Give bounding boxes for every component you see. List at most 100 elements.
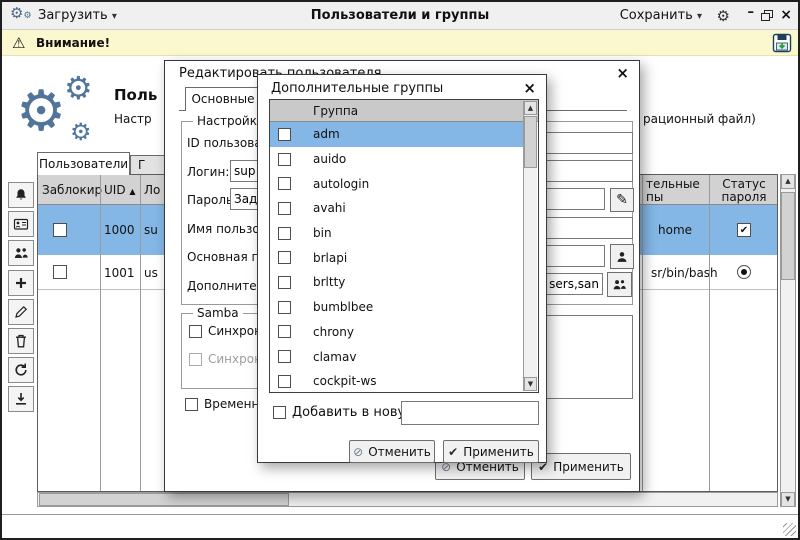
scroll-down-icon: ▼: [785, 495, 790, 503]
group-checkbox[interactable]: [278, 350, 291, 363]
column-header-groups-line1[interactable]: тельные: [646, 177, 700, 191]
trash-icon: [13, 333, 29, 349]
group-column-header: Группа: [313, 104, 358, 118]
group-checkbox[interactable]: [278, 276, 291, 289]
page-subtitle-left: Настр: [114, 112, 152, 126]
scrollbar-thumb[interactable]: [781, 192, 795, 280]
group-row[interactable]: adm: [270, 122, 523, 147]
column-header-status-line2[interactable]: пароля: [710, 190, 778, 204]
scrollbar-thumb[interactable]: [39, 493, 289, 506]
group-checkbox[interactable]: [278, 227, 291, 240]
column-header-login[interactable]: Ло: [144, 183, 160, 197]
group-row[interactable]: clamav: [270, 344, 523, 369]
group-checkbox[interactable]: [278, 177, 291, 190]
group-checkbox[interactable]: [278, 325, 291, 338]
status-bar: [2, 514, 798, 538]
blocked-checkbox[interactable]: [53, 223, 67, 237]
list-vertical-scrollbar[interactable]: ▲ ▼: [523, 101, 537, 391]
pencil-icon: [13, 304, 29, 320]
group-row[interactable]: brlapi: [270, 245, 523, 270]
group-checkbox[interactable]: [278, 202, 291, 215]
vertical-scrollbar[interactable]: ▲ ▼: [780, 174, 796, 507]
column-header-groups-line2[interactable]: пы: [646, 190, 663, 204]
groups-list: Группа adm auido autologin avahi bin brl…: [269, 99, 539, 393]
group-checkbox[interactable]: [278, 153, 291, 166]
horizontal-scrollbar[interactable]: [37, 492, 778, 507]
group-checkbox[interactable]: [278, 301, 291, 314]
close-button[interactable]: ×: [780, 7, 792, 23]
scroll-down-button[interactable]: ▼: [781, 492, 795, 507]
titlebar: ⚙⚙ Загрузить ▾ Пользователи и группы Сох…: [2, 2, 798, 30]
users-icon: [13, 245, 29, 261]
group-row[interactable]: auido: [270, 147, 523, 172]
group-row[interactable]: cockpit-ws: [270, 369, 523, 393]
dialog-close-button[interactable]: ×: [523, 81, 536, 95]
scroll-up-icon: ▲: [785, 177, 790, 185]
samba-sync2-checkbox: [189, 353, 202, 366]
plus-icon: [13, 275, 29, 291]
group-checkbox[interactable]: [278, 128, 291, 141]
settings-gear-button[interactable]: ⚙: [717, 7, 730, 25]
scrollbar-thumb[interactable]: [524, 116, 537, 168]
group-label: autologin: [313, 177, 369, 191]
tab-users[interactable]: Пользователи: [37, 152, 130, 175]
blocked-checkbox[interactable]: [53, 265, 67, 279]
login-cell: su: [144, 223, 158, 237]
tab-basic[interactable]: Основные: [185, 87, 261, 111]
radio-dot: [741, 269, 747, 275]
new-group-input[interactable]: [401, 401, 539, 425]
column-header-blocked[interactable]: Заблокир: [42, 183, 102, 197]
group-checkbox[interactable]: [278, 375, 291, 388]
export-button[interactable]: [8, 386, 34, 412]
warning-icon: ⚠: [12, 34, 25, 52]
delete-user-button[interactable]: [8, 328, 34, 354]
choose-primary-group-button[interactable]: [610, 244, 634, 269]
group-row[interactable]: bin: [270, 221, 523, 246]
refresh-button[interactable]: [8, 357, 34, 383]
group-row[interactable]: brltty: [270, 270, 523, 295]
resize-grip[interactable]: [783, 523, 796, 536]
group-row[interactable]: chrony: [270, 320, 523, 345]
add-user-button[interactable]: [8, 270, 34, 296]
apply-button[interactable]: ✔ Применить: [443, 440, 539, 463]
grid-line: [709, 175, 710, 491]
group-row[interactable]: bumblbee: [270, 295, 523, 320]
warning-text: Внимание!: [36, 36, 110, 50]
password-status-radio[interactable]: [737, 265, 751, 279]
scroll-up-button[interactable]: ▲: [781, 174, 795, 189]
gear-icon: ⚙: [717, 7, 730, 25]
column-header-status-line1[interactable]: Статус: [710, 177, 778, 191]
group-label: cockpit-ws: [313, 374, 377, 388]
user-groups-button[interactable]: [8, 240, 34, 266]
edit-password-button[interactable]: ✎: [610, 188, 634, 212]
add-new-group-checkbox[interactable]: [273, 406, 286, 419]
group-checkbox[interactable]: [278, 251, 291, 264]
group-row[interactable]: autologin: [270, 171, 523, 196]
scroll-down-button[interactable]: ▼: [524, 377, 537, 391]
apply-label: Применить: [463, 445, 534, 459]
user-card-button[interactable]: [8, 211, 34, 237]
check-icon: ✔: [448, 445, 458, 459]
scroll-up-icon: ▲: [528, 104, 533, 112]
samba-sync-checkbox[interactable]: [189, 325, 202, 338]
maximize-button[interactable]: [761, 10, 774, 22]
page-title: Поль: [114, 86, 157, 104]
group-row[interactable]: avahi: [270, 196, 523, 221]
notifications-button[interactable]: [8, 182, 34, 208]
temp-checkbox[interactable]: [185, 398, 198, 411]
column-header-uid[interactable]: UID ▲: [104, 183, 136, 197]
edit-user-button[interactable]: [8, 299, 34, 325]
choose-extra-groups-button[interactable]: [607, 272, 632, 297]
dialog-close-button[interactable]: ×: [616, 66, 629, 80]
column-header-uid-label: UID: [104, 183, 126, 197]
password-status-checkbox[interactable]: ✔: [737, 223, 751, 237]
save-file-button[interactable]: [772, 33, 792, 53]
grid-line: [140, 175, 141, 491]
scroll-up-button[interactable]: ▲: [524, 101, 537, 115]
scroll-down-icon: ▼: [528, 380, 533, 388]
save-menu-button[interactable]: Сохранить ▾: [620, 8, 702, 23]
group-label: bin: [313, 226, 332, 240]
group-label: brlapi: [313, 251, 347, 265]
minimize-button[interactable]: –: [748, 5, 755, 20]
cancel-button[interactable]: ⊘ Отменить: [349, 440, 435, 463]
